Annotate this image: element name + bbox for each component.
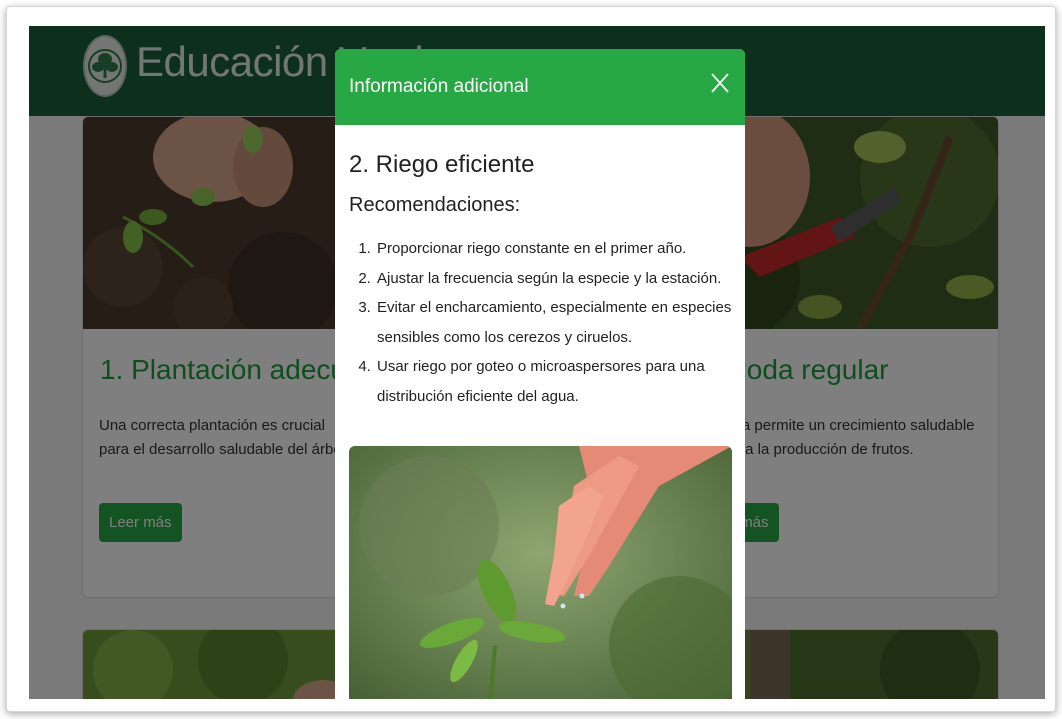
screenshot-frame: Educación Verde 1. Planta [6, 6, 1056, 712]
close-icon[interactable] [707, 69, 733, 97]
modal-title: Información adicional [349, 76, 529, 97]
browser-viewport: Educación Verde 1. Planta [29, 26, 1045, 699]
modal-header: Información adicional [335, 49, 745, 125]
list-item: Evitar el encharcamiento, especialmente … [375, 293, 745, 352]
watering-image [349, 446, 732, 699]
section-title: 2. Riego eficiente [349, 151, 535, 178]
list-item: Usar riego por goteo o microaspersores p… [375, 352, 745, 411]
recommendations-list: Proporcionar riego constante en el prime… [349, 234, 745, 411]
modal-dialog: Información adicional 2. Riego eficiente… [335, 49, 745, 699]
list-item: Proporcionar riego constante en el prime… [375, 234, 745, 264]
list-item: Ajustar la frecuencia según la especie y… [375, 264, 745, 294]
section-subtitle: Recomendaciones: [349, 194, 521, 216]
